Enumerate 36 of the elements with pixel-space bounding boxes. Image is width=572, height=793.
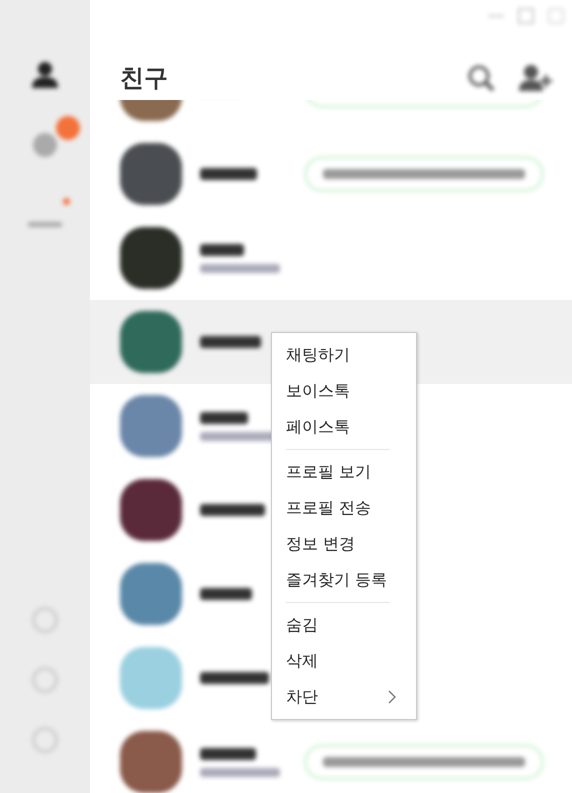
add-friend-icon[interactable] (518, 63, 552, 93)
menu-label: 프로필 전송 (286, 498, 372, 518)
menu-label: 즐겨찾기 등록 (286, 570, 388, 590)
menu-item[interactable]: 프로필 보기 (272, 454, 416, 490)
menu-item[interactable]: 보이스톡 (272, 373, 416, 409)
menu-item[interactable]: 차단 (272, 679, 416, 715)
name-blur (200, 168, 257, 180)
menu-item[interactable]: 숨김 (272, 607, 416, 643)
menu-label: 삭제 (286, 650, 318, 672)
name-blur (200, 244, 244, 256)
menu-item[interactable]: 페이스톡 (272, 409, 416, 445)
avatar[interactable] (120, 479, 182, 541)
chat-icon[interactable] (30, 130, 60, 160)
menu-label: 정보 변경 (286, 534, 356, 554)
menu-label: 숨김 (286, 614, 318, 636)
name-blur (200, 412, 248, 424)
menu-item[interactable]: 삭제 (272, 643, 416, 679)
person-icon[interactable] (30, 60, 60, 90)
avatar[interactable] (120, 143, 182, 205)
name-blur (200, 748, 256, 760)
search-icon[interactable] (466, 63, 496, 93)
name-blur (200, 672, 269, 684)
menu-label: 프로필 보기 (286, 462, 372, 482)
menu-label: 보이스톡 (286, 380, 350, 402)
menu-label: 차단 (286, 686, 318, 708)
menu-item[interactable]: 즐겨찾기 등록 (272, 562, 416, 598)
avatar[interactable] (120, 227, 182, 289)
name-blur (200, 588, 252, 600)
page-title: 친구 (120, 63, 168, 94)
menu-label: 채팅하기 (286, 344, 350, 366)
menu-label: 페이스톡 (286, 416, 350, 438)
name-blur (200, 336, 261, 348)
menu-item[interactable]: 정보 변경 (272, 526, 416, 562)
name-blur (200, 504, 265, 516)
menu-item[interactable]: 채팅하기 (272, 337, 416, 373)
menu-item[interactable]: 프로필 전송 (272, 490, 416, 526)
